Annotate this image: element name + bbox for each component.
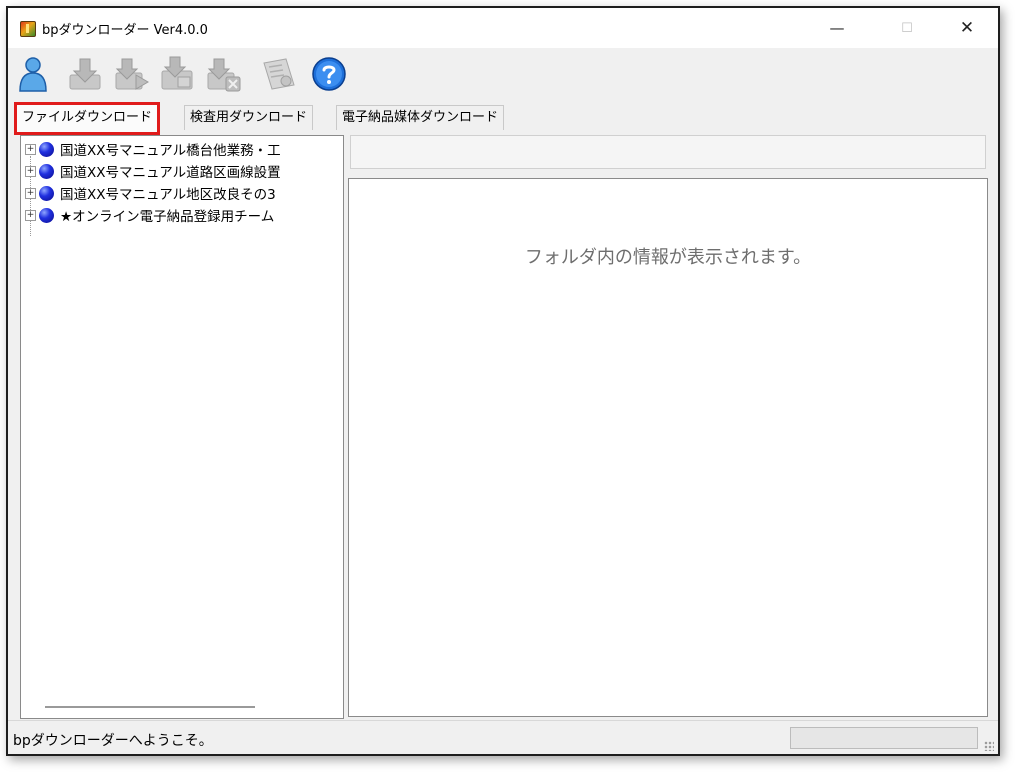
- play-download-button[interactable]: [112, 55, 150, 93]
- horizontal-scrollbar[interactable]: [45, 706, 255, 708]
- tree-item-label: 国道XX号マニュアル橋台他業務・工: [60, 143, 281, 159]
- download-icon: [69, 58, 101, 90]
- blue-orb-icon: [39, 207, 54, 223]
- document-icon: [263, 58, 295, 90]
- download-folder-icon: [161, 56, 193, 90]
- folder-detail-panel[interactable]: フォルダ内の情報が表示されます。: [348, 178, 988, 717]
- status-bar: bpダウンローダーへようこそ。: [8, 720, 998, 754]
- play-download-icon: [115, 58, 149, 90]
- cancel-download-button[interactable]: [204, 55, 242, 93]
- tree-item-label: 国道XX号マニュアル地区改良その3: [60, 187, 276, 203]
- help-icon: [312, 57, 346, 91]
- tab-electronic-media-download[interactable]: 電子納品媒体ダウンロード: [336, 105, 505, 130]
- download-folder-button[interactable]: [158, 55, 196, 93]
- blue-orb-icon: [39, 141, 54, 157]
- tree-item[interactable]: + 国道XX号マニュアル地区改良その3: [25, 183, 276, 203]
- close-button[interactable]: ✕: [944, 8, 990, 48]
- minimize-button[interactable]: —: [814, 8, 860, 48]
- cancel-download-icon: [207, 58, 241, 92]
- blue-orb-icon: [39, 163, 54, 179]
- tree-item-label: 国道XX号マニュアル道路区画線設置: [60, 165, 281, 181]
- help-button[interactable]: [310, 55, 348, 93]
- window-title: bpダウンローダー Ver4.0.0: [42, 23, 208, 38]
- tab-file-download[interactable]: ファイルダウンロード: [14, 102, 161, 135]
- progress-bar: [790, 727, 978, 749]
- tab-strip: ファイルダウンロード 検査用ダウンロード 電子納品媒体ダウンロード: [8, 102, 998, 135]
- tree-item[interactable]: + 国道XX号マニュアル道路区画線設置: [25, 161, 281, 181]
- title-bar[interactable]: bpダウンローダー Ver4.0.0 — ☐ ✕: [8, 8, 998, 48]
- blue-orb-icon: [39, 185, 54, 201]
- detail-header: [350, 135, 986, 169]
- empty-placeholder-text: フォルダ内の情報が表示されます。: [524, 247, 812, 268]
- user-icon: [19, 57, 47, 92]
- maximize-button[interactable]: ☐: [884, 8, 930, 48]
- expand-plus-icon[interactable]: +: [25, 143, 36, 155]
- tab-inspection-download[interactable]: 検査用ダウンロード: [184, 105, 314, 130]
- project-tree[interactable]: + 国道XX号マニュアル橋台他業務・工 + 国道XX号マニュアル道路区画線設置 …: [20, 135, 344, 719]
- app-logo-icon: [20, 21, 36, 37]
- document-button[interactable]: [260, 55, 298, 93]
- download-button[interactable]: [66, 55, 104, 93]
- expand-plus-icon[interactable]: +: [25, 165, 36, 177]
- resize-grip-icon[interactable]: [984, 741, 994, 751]
- toolbar: [8, 48, 998, 100]
- expand-plus-icon[interactable]: +: [25, 209, 36, 221]
- expand-plus-icon[interactable]: +: [25, 187, 36, 199]
- tree-item-label: ★オンライン電子納品登録用チーム: [60, 209, 275, 225]
- status-message: bpダウンローダーへようこそ。: [13, 733, 213, 749]
- main-window: bpダウンローダー Ver4.0.0 — ☐ ✕ ファイルダウンロード 検査用ダ…: [6, 6, 1000, 756]
- user-button[interactable]: [14, 55, 52, 93]
- tree-item[interactable]: + 国道XX号マニュアル橋台他業務・工: [25, 139, 281, 159]
- tree-item[interactable]: + ★オンライン電子納品登録用チーム: [25, 205, 274, 225]
